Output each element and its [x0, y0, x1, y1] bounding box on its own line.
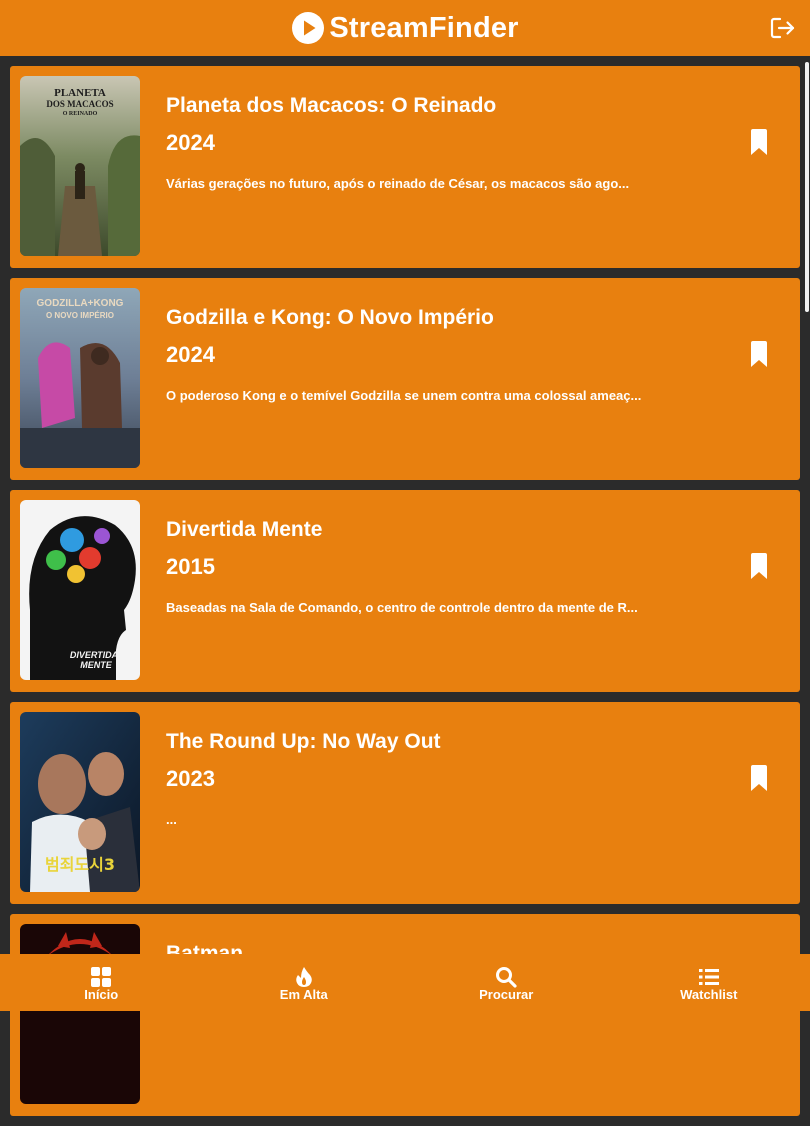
movie-overview: ...: [166, 812, 177, 827]
nav-label: Início: [84, 987, 118, 1002]
movie-poster[interactable]: GODZILLA+KONG O NOVO IMPÉRIO: [20, 288, 140, 468]
movie-title[interactable]: Godzilla e Kong: O Novo Império: [166, 306, 494, 330]
movie-card[interactable]: GODZILLA+KONG O NOVO IMPÉRIO Godzilla e …: [10, 278, 800, 480]
app-header: StreamFinder: [0, 0, 810, 56]
logout-icon[interactable]: [770, 16, 796, 40]
bookmark-icon[interactable]: [749, 341, 769, 367]
bookmark-icon[interactable]: [749, 129, 769, 155]
movie-card[interactable]: DIVERTIDA MENTE Divertida Mente 2015 Bas…: [10, 490, 800, 692]
grid-icon: [90, 966, 112, 988]
movie-overview: Baseadas na Sala de Comando, o centro de…: [166, 600, 638, 615]
movie-title[interactable]: Divertida Mente: [166, 518, 322, 542]
poster-godzilla-kong: GODZILLA+KONG O NOVO IMPÉRIO: [20, 288, 140, 468]
poster-text-line: DIVERTIDA: [70, 650, 118, 660]
movie-overview: Várias gerações no futuro, após o reinad…: [166, 176, 629, 191]
poster-divertida-mente: DIVERTIDA MENTE: [20, 500, 140, 680]
scrollbar-thumb[interactable]: [805, 62, 809, 312]
poster-text-line: GODZILLA+KONG: [37, 298, 124, 309]
movie-poster[interactable]: DIVERTIDA MENTE: [20, 500, 140, 680]
bookmark-icon[interactable]: [749, 765, 769, 791]
poster-text-line: MENTE: [80, 660, 112, 670]
poster-batman: [20, 924, 140, 1104]
movie-poster[interactable]: PLANETA DOS MACACOS O REINADO: [20, 76, 140, 256]
play-circle-icon: [291, 11, 325, 45]
nav-item-em-alta[interactable]: Em Alta: [203, 954, 406, 1011]
movie-title[interactable]: The Round Up: No Way Out: [166, 730, 441, 754]
movie-poster[interactable]: [20, 924, 140, 1104]
poster-text-line: O REINADO: [63, 111, 98, 117]
movie-year: 2024: [166, 130, 215, 156]
nav-item-watchlist[interactable]: Watchlist: [608, 954, 810, 1011]
poster-round-up: 범죄도시3: [20, 712, 140, 892]
search-icon: [495, 966, 517, 988]
bookmark-icon[interactable]: [749, 553, 769, 579]
poster-text-line: PLANETA: [54, 87, 106, 99]
movie-card[interactable]: Batman: [10, 914, 800, 1116]
poster-text-line: DOS MACACOS: [46, 99, 113, 109]
movie-year: 2024: [166, 342, 215, 368]
movie-title[interactable]: Planeta dos Macacos: O Reinado: [166, 94, 496, 118]
poster-planeta-macacos: PLANETA DOS MACACOS O REINADO: [20, 76, 140, 256]
movie-card[interactable]: PLANETA DOS MACACOS O REINADO Planeta do…: [10, 66, 800, 268]
nav-item-procurar[interactable]: Procurar: [405, 954, 608, 1011]
movie-year: 2015: [166, 554, 215, 580]
nav-label: Em Alta: [280, 987, 328, 1002]
flame-icon: [293, 966, 315, 988]
movie-card[interactable]: 범죄도시3 The Round Up: No Way Out 2023 ...: [10, 702, 800, 904]
poster-text-line: O NOVO IMPÉRIO: [46, 311, 114, 320]
bottom-nav: Início Em Alta Procurar Watchlist: [0, 954, 810, 1011]
movie-poster[interactable]: 범죄도시3: [20, 712, 140, 892]
list-icon: [698, 966, 720, 988]
movie-overview: O poderoso Kong e o temível Godzilla se …: [166, 388, 641, 403]
app-logo[interactable]: StreamFinder: [291, 11, 518, 45]
movie-year: 2023: [166, 766, 215, 792]
app-title: StreamFinder: [329, 12, 518, 45]
nav-label: Watchlist: [680, 987, 737, 1002]
poster-text-line: 범죄도시3: [45, 855, 115, 874]
nav-label: Procurar: [479, 987, 533, 1002]
nav-item-inicio[interactable]: Início: [0, 954, 203, 1011]
